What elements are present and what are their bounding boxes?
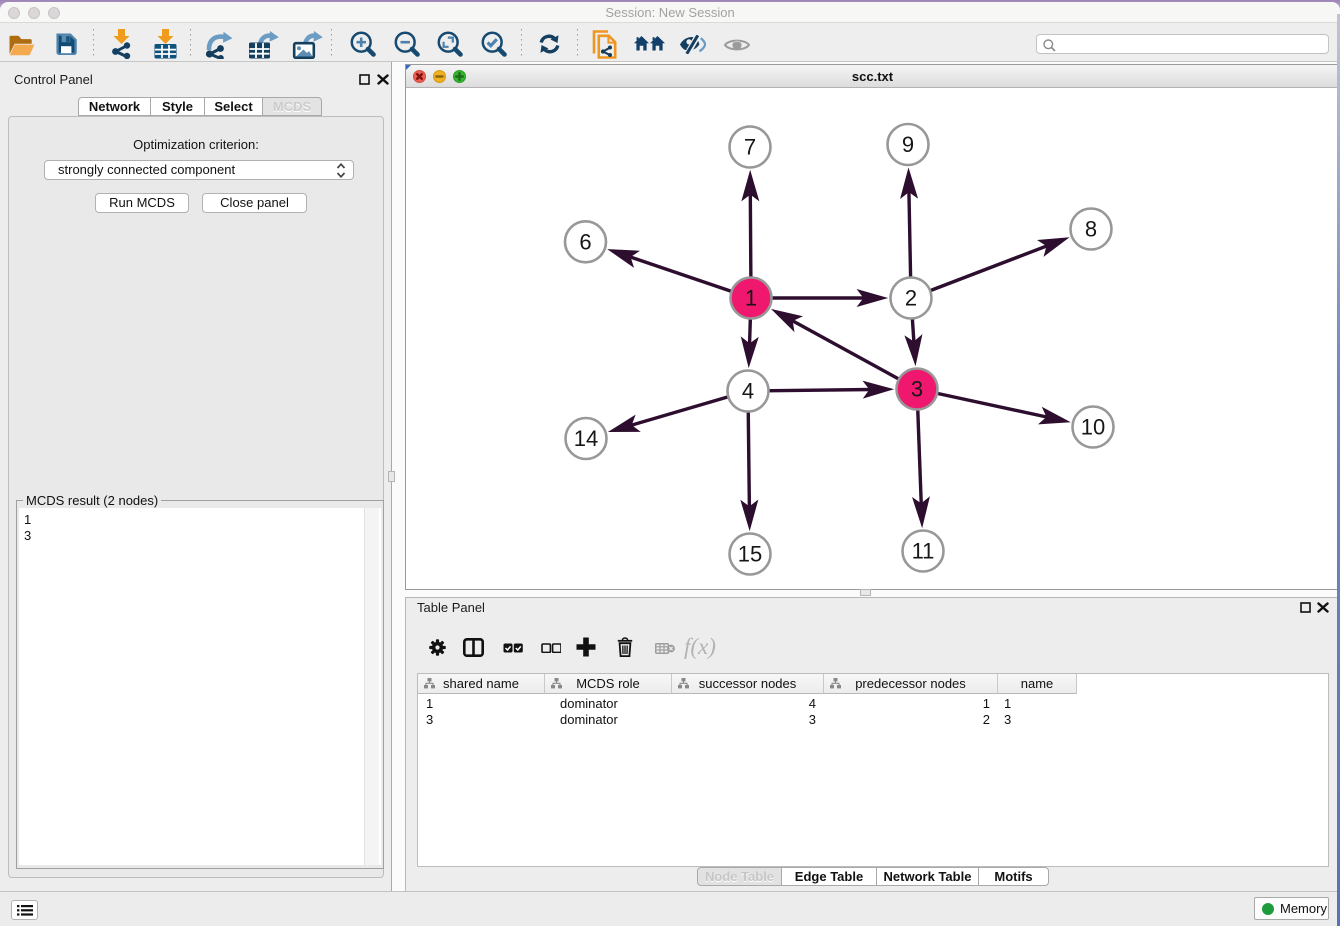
svg-text:3: 3	[911, 377, 923, 402]
svg-text:11: 11	[912, 539, 935, 564]
svg-text:10: 10	[1081, 415, 1105, 440]
svg-text:7: 7	[744, 135, 756, 160]
svg-text:6: 6	[579, 229, 591, 254]
svg-text:14: 14	[574, 426, 598, 451]
svg-text:9: 9	[902, 132, 914, 157]
svg-text:8: 8	[1085, 217, 1097, 242]
svg-text:4: 4	[742, 379, 754, 404]
svg-text:15: 15	[738, 542, 762, 567]
svg-text:1: 1	[745, 286, 757, 311]
svg-text:2: 2	[905, 286, 917, 311]
